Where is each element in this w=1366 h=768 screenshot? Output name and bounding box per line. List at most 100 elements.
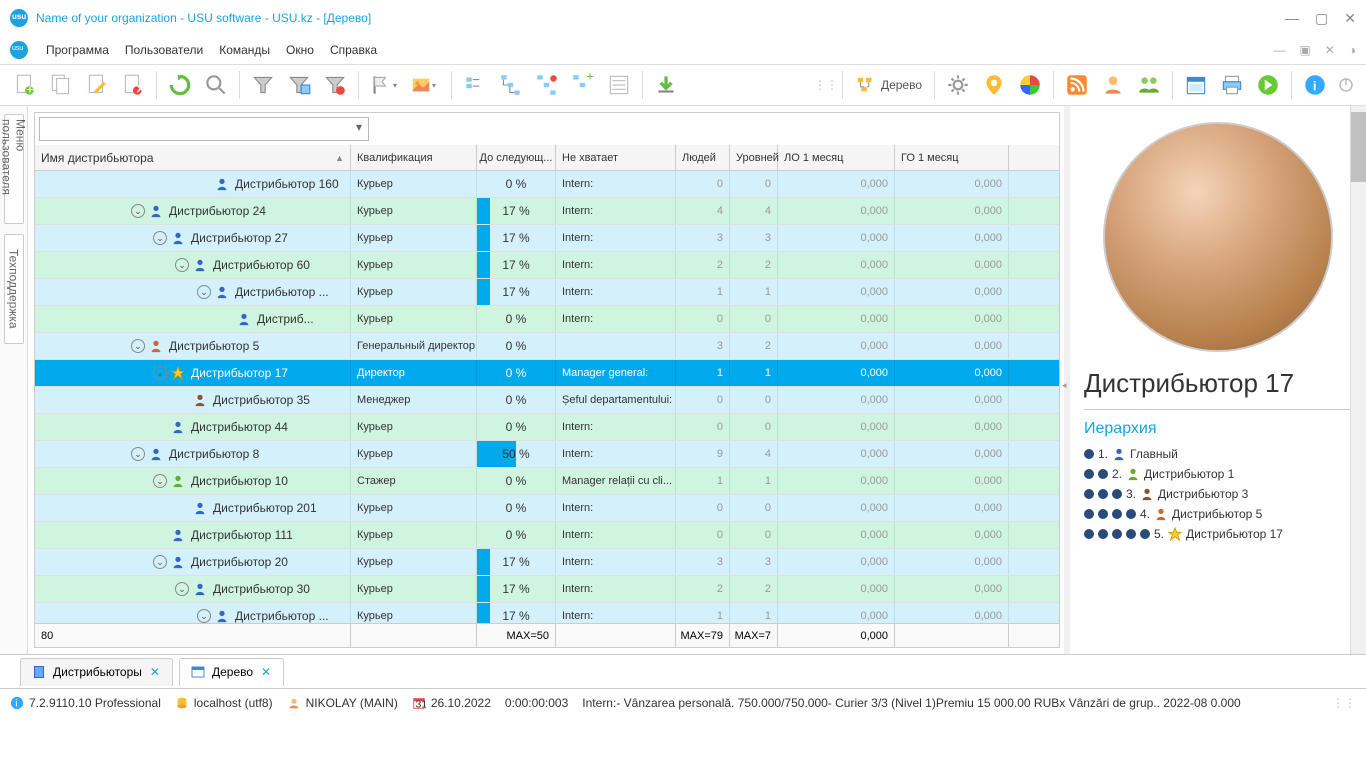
edit-doc-button[interactable] bbox=[80, 68, 114, 102]
table-row[interactable]: Дистрибьютор 111Курьер0 %Intern:000,0000… bbox=[35, 522, 1059, 549]
table-row[interactable]: ⌄Дистрибьютор 10Стажер0 %Manager relații… bbox=[35, 468, 1059, 495]
col-go[interactable]: ГО 1 месяц bbox=[895, 145, 1009, 170]
row-lo: 0,000 bbox=[778, 306, 895, 332]
expand-icon[interactable]: ⌄ bbox=[131, 204, 145, 218]
refresh-button[interactable] bbox=[163, 68, 197, 102]
table-row[interactable]: Дистрибьютор 35Менеджер0 %Șeful departam… bbox=[35, 387, 1059, 414]
filter-dropdown[interactable] bbox=[39, 117, 369, 141]
role-icon bbox=[171, 420, 185, 434]
tab-Дистрибьюторы[interactable]: Дистрибьюторы✕ bbox=[20, 658, 173, 686]
col-lo[interactable]: ЛО 1 месяц bbox=[778, 145, 895, 170]
expand-icon[interactable]: ⌄ bbox=[153, 366, 167, 380]
calendar-button[interactable] bbox=[1179, 68, 1213, 102]
hierarchy-row[interactable]: 5. Дистрибьютор 17 bbox=[1084, 524, 1352, 544]
list-button[interactable] bbox=[602, 68, 636, 102]
table-row[interactable]: ⌄Дистрибьютор 60Курьер17 %Intern:220,000… bbox=[35, 252, 1059, 279]
expand-icon[interactable]: ⌄ bbox=[175, 582, 189, 596]
col-lvl[interactable]: Уровней bbox=[730, 145, 778, 170]
table-row[interactable]: ⌄Дистрибьютор 20Курьер17 %Intern:330,000… bbox=[35, 549, 1059, 576]
tree-config1-button[interactable] bbox=[458, 68, 492, 102]
col-qual[interactable]: Квалификация bbox=[351, 145, 477, 170]
foot-lo: 0,000 bbox=[778, 624, 895, 647]
filter-clear-button[interactable] bbox=[318, 68, 352, 102]
scrollbar[interactable] bbox=[1350, 106, 1366, 654]
col-name[interactable]: Имя дистрибьютора▲ bbox=[35, 145, 351, 170]
copy-doc-button[interactable] bbox=[44, 68, 78, 102]
tree-view-button[interactable]: Дерево bbox=[849, 68, 928, 102]
delete-doc-button[interactable]: ✕ bbox=[116, 68, 150, 102]
power-button[interactable] bbox=[1334, 68, 1358, 102]
expand-icon[interactable]: ⌄ bbox=[131, 339, 145, 353]
col-ppl[interactable]: Людей bbox=[676, 145, 730, 170]
menu-Команды[interactable]: Команды bbox=[211, 41, 278, 59]
mdi-minimize-icon[interactable]: — bbox=[1273, 43, 1285, 57]
tree-collapse-button[interactable] bbox=[530, 68, 564, 102]
menu-Справка[interactable]: Справка bbox=[322, 41, 385, 59]
image-button[interactable]: ▾ bbox=[401, 68, 445, 102]
users-button[interactable] bbox=[1132, 68, 1166, 102]
print-button[interactable] bbox=[1215, 68, 1249, 102]
search-button[interactable] bbox=[199, 68, 233, 102]
filter-config-button[interactable] bbox=[282, 68, 316, 102]
minimize-icon[interactable]: — bbox=[1285, 10, 1299, 27]
table-row[interactable]: ⌄Дистрибьютор 30Курьер17 %Intern:220,000… bbox=[35, 576, 1059, 603]
go-button[interactable] bbox=[1251, 68, 1285, 102]
download-button[interactable] bbox=[649, 68, 683, 102]
table-row[interactable]: ⌄Дистрибьютор ...Курьер17 %Intern:110,00… bbox=[35, 603, 1059, 623]
menu-Программа[interactable]: Программа bbox=[38, 41, 117, 59]
table-row[interactable]: ⌄Дистрибьютор 5Генеральный директор0 %32… bbox=[35, 333, 1059, 360]
close-icon[interactable]: ✕ bbox=[1344, 10, 1356, 27]
row-qual: Курьер bbox=[351, 198, 477, 224]
table-row[interactable]: ⌄Дистрибьютор 24Курьер17 %Intern:440,000… bbox=[35, 198, 1059, 225]
col-next[interactable]: До следующ... bbox=[477, 145, 556, 170]
menu-Пользователи[interactable]: Пользователи bbox=[117, 41, 211, 59]
expand-icon[interactable]: ⌄ bbox=[153, 555, 167, 569]
hierarchy-row[interactable]: 3. Дистрибьютор 3 bbox=[1084, 484, 1352, 504]
expand-icon[interactable]: ⌄ bbox=[175, 258, 189, 272]
sidetab-user-menu[interactable]: Меню пользователя bbox=[4, 114, 24, 224]
role-icon bbox=[193, 501, 207, 515]
info-button[interactable]: i bbox=[1298, 68, 1332, 102]
user-button[interactable] bbox=[1096, 68, 1130, 102]
expand-icon[interactable]: ⌄ bbox=[197, 285, 211, 299]
hierarchy-row[interactable]: 2. Дистрибьютор 1 bbox=[1084, 464, 1352, 484]
new-doc-button[interactable]: + bbox=[8, 68, 42, 102]
sidetab-support[interactable]: Техподдержка bbox=[4, 234, 24, 344]
col-miss[interactable]: Не хватает bbox=[556, 145, 676, 170]
table-row[interactable]: Дистриб...Курьер0 %Intern:000,0000,000 bbox=[35, 306, 1059, 333]
tab-Дерево[interactable]: Дерево✕ bbox=[179, 658, 284, 686]
maximize-icon[interactable]: ▢ bbox=[1315, 10, 1328, 27]
settings-button[interactable] bbox=[941, 68, 975, 102]
mdi-restore-icon[interactable]: ▣ bbox=[1299, 43, 1310, 57]
table-row[interactable]: Дистрибьютор 160Курьер0 %Intern:000,0000… bbox=[35, 171, 1059, 198]
tree-expand-button[interactable] bbox=[494, 68, 528, 102]
table-row[interactable]: ⌄Дистрибьютор 27Курьер17 %Intern:330,000… bbox=[35, 225, 1059, 252]
status-marquee: Intern:- Vânzarea personală. 750.000/750… bbox=[582, 696, 1318, 710]
grid-footer: 80 MAX=50 MAX=79 MAX=7 0,000 bbox=[35, 623, 1059, 647]
menu-dots-button[interactable]: ⋮⋮ bbox=[816, 68, 836, 102]
mdi-close-icon[interactable]: ✕ bbox=[1325, 43, 1335, 57]
location-button[interactable] bbox=[977, 68, 1011, 102]
flag-button[interactable]: ▾ bbox=[365, 68, 399, 102]
expand-icon[interactable]: ⌄ bbox=[153, 474, 167, 488]
role-icon bbox=[149, 447, 163, 461]
hierarchy-row[interactable]: 1. Главный bbox=[1084, 444, 1352, 464]
menu-Окно[interactable]: Окно bbox=[278, 41, 322, 59]
expand-icon[interactable]: ⌄ bbox=[197, 609, 211, 623]
table-row[interactable]: Дистрибьютор 44Курьер0 %Intern:000,0000,… bbox=[35, 414, 1059, 441]
rss-button[interactable] bbox=[1060, 68, 1094, 102]
tree-add-button[interactable]: + bbox=[566, 68, 600, 102]
mdi-help-icon[interactable]: ◑ bbox=[1349, 43, 1356, 57]
expand-icon[interactable]: ⌄ bbox=[153, 231, 167, 245]
hierarchy-row[interactable]: 4. Дистрибьютор 5 bbox=[1084, 504, 1352, 524]
table-row[interactable]: ⌄Дистрибьютор ...Курьер17 %Intern:110,00… bbox=[35, 279, 1059, 306]
tab-close-icon[interactable]: ✕ bbox=[148, 665, 162, 679]
tab-close-icon[interactable]: ✕ bbox=[259, 665, 273, 679]
table-row[interactable]: ⌄Дистрибьютор 8Курьер50 %Intern:940,0000… bbox=[35, 441, 1059, 468]
filter-button[interactable] bbox=[246, 68, 280, 102]
table-row[interactable]: Дистрибьютор 201Курьер0 %Intern:000,0000… bbox=[35, 495, 1059, 522]
expand-icon[interactable]: ⌄ bbox=[131, 447, 145, 461]
color-button[interactable] bbox=[1013, 68, 1047, 102]
table-row[interactable]: ⌄Дистрибьютор 17Директор0 %Manager gener… bbox=[35, 360, 1059, 387]
tree-label: Дерево bbox=[881, 78, 922, 92]
